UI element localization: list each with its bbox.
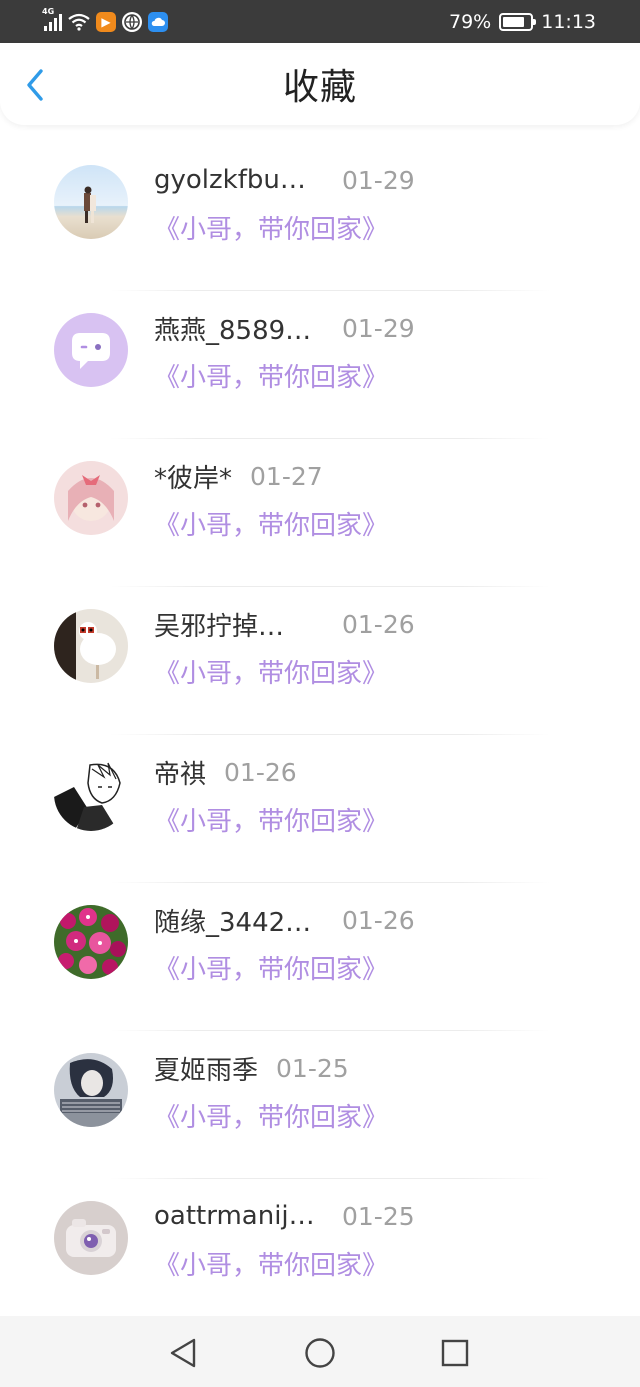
clock: 11:13	[541, 10, 596, 33]
avatar[interactable]	[54, 165, 128, 239]
date: 01-25	[342, 1201, 415, 1231]
user-name[interactable]: 帝祺	[154, 754, 206, 791]
name-row: 燕燕_8589… 01-29	[154, 310, 415, 347]
video-app-icon: ▶	[96, 11, 116, 32]
back-button[interactable]	[20, 67, 50, 103]
date: 01-26	[224, 757, 297, 787]
system-nav-bar	[0, 1316, 640, 1387]
cloud-app-icon	[148, 11, 168, 32]
avatar[interactable]	[54, 1201, 128, 1275]
name-row: 吴邪拧掉… 01-26	[154, 606, 415, 643]
date: 01-29	[342, 313, 415, 343]
list-item[interactable]: 帝祺 01-26 《小哥，带你回家》	[0, 735, 640, 883]
nav-home-button[interactable]	[303, 1336, 337, 1370]
name-row: gyolzkfbu… 01-29	[154, 163, 415, 197]
cellular-signal-icon: 4G	[42, 7, 62, 31]
list-item[interactable]: *彼岸* 01-27 《小哥，带你回家》	[0, 439, 640, 587]
user-name[interactable]: *彼岸*	[154, 458, 232, 495]
story-title-link[interactable]: 《小哥，带你回家》	[154, 653, 388, 690]
avatar[interactable]	[54, 1053, 128, 1127]
date: 01-26	[342, 609, 415, 639]
status-bar: 4G ▶ 79% 11:13	[0, 0, 640, 43]
triangle-back-icon	[170, 1338, 196, 1368]
list-item[interactable]: 夏姬雨季 01-25 《小哥，带你回家》	[0, 1031, 640, 1179]
avatar[interactable]	[54, 609, 128, 683]
list-item[interactable]: 燕燕_8589… 01-29 《小哥，带你回家》	[0, 291, 640, 439]
status-left: 4G ▶	[42, 7, 168, 32]
chevron-left-icon	[27, 69, 43, 101]
favorites-list: gyolzkfbu… 01-29 《小哥，带你回家》 燕燕_8589… 01-2…	[0, 143, 640, 1327]
story-title-link[interactable]: 《小哥，带你回家》	[154, 1245, 388, 1282]
story-title-link[interactable]: 《小哥，带你回家》	[154, 505, 388, 542]
circle-home-icon	[305, 1338, 335, 1368]
date: 01-29	[342, 165, 415, 195]
user-name[interactable]: 吴邪拧掉…	[154, 606, 324, 643]
battery-fill	[503, 16, 524, 27]
story-title-link[interactable]: 《小哥，带你回家》	[154, 1097, 388, 1134]
avatar[interactable]	[54, 757, 128, 831]
wifi-icon	[68, 13, 90, 31]
user-name[interactable]: oattrmanij…	[154, 1201, 324, 1231]
name-row: oattrmanij… 01-25	[154, 1199, 415, 1233]
list-item[interactable]: 随缘_3442… 01-26 《小哥，带你回家》	[0, 883, 640, 1031]
nav-back-button[interactable]	[166, 1336, 200, 1370]
list-item[interactable]: oattrmanij… 01-25 《小哥，带你回家》	[0, 1179, 640, 1327]
browser-app-icon	[122, 11, 142, 32]
date: 01-27	[250, 461, 323, 491]
page-title: 收藏	[282, 67, 357, 108]
network-type: 4G	[42, 6, 55, 16]
user-name[interactable]: 随缘_3442…	[154, 902, 324, 939]
user-name[interactable]: 燕燕_8589…	[154, 310, 324, 347]
battery-icon	[499, 12, 537, 31]
story-title-link[interactable]: 《小哥，带你回家》	[154, 949, 388, 986]
battery-percent: 79%	[449, 10, 492, 33]
date: 01-25	[276, 1053, 349, 1083]
name-row: *彼岸* 01-27	[154, 458, 323, 495]
square-recents-icon	[441, 1339, 469, 1367]
story-title-link[interactable]: 《小哥，带你回家》	[154, 209, 388, 246]
avatar[interactable]	[54, 313, 128, 387]
avatar[interactable]	[54, 905, 128, 979]
user-name[interactable]: gyolzkfbu…	[154, 165, 324, 195]
list-item[interactable]: 吴邪拧掉… 01-26 《小哥，带你回家》	[0, 587, 640, 735]
nav-recents-button[interactable]	[438, 1336, 472, 1370]
date: 01-26	[342, 905, 415, 935]
avatar[interactable]	[54, 461, 128, 535]
header: 收藏	[0, 43, 640, 125]
name-row: 随缘_3442… 01-26	[154, 902, 415, 939]
name-row: 帝祺 01-26	[154, 754, 297, 791]
status-right: 79% 11:13	[449, 11, 596, 33]
list-item[interactable]: gyolzkfbu… 01-29 《小哥，带你回家》	[0, 143, 640, 291]
name-row: 夏姬雨季 01-25	[154, 1050, 349, 1087]
story-title-link[interactable]: 《小哥，带你回家》	[154, 801, 388, 838]
user-name[interactable]: 夏姬雨季	[154, 1050, 258, 1087]
story-title-link[interactable]: 《小哥，带你回家》	[154, 357, 388, 394]
